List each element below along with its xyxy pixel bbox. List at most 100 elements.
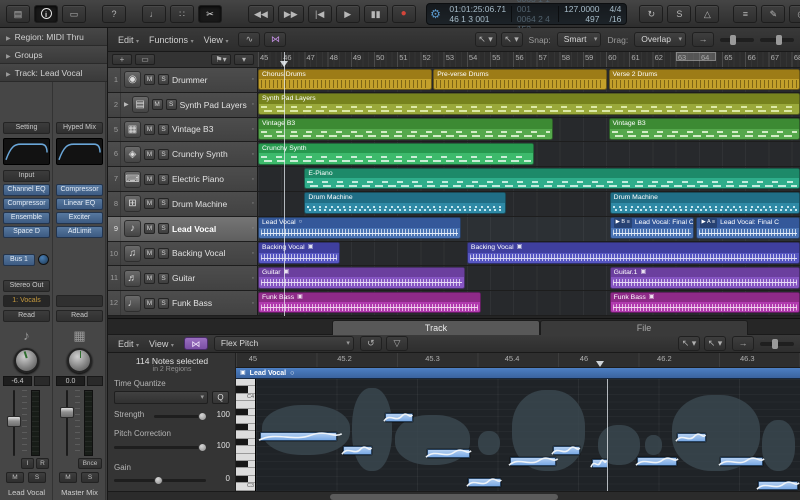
plugin-slot-adlimit[interactable]: AdLimit [56, 226, 103, 238]
mute-button[interactable]: M [59, 472, 77, 483]
pause-button[interactable]: ▮▮ [364, 5, 388, 23]
cmd-click-tool[interactable]: ↖ ▾ [501, 32, 523, 47]
track-zoom-button[interactable]: ▾ [234, 54, 254, 65]
snap-select[interactable]: Smart [557, 32, 602, 47]
mute-button[interactable]: M [144, 74, 155, 85]
editor-vertical-zoom-slider[interactable] [760, 342, 794, 346]
track-lane[interactable]: Backing Vocal▣Backing Vocal▣ [258, 242, 800, 266]
bar-ruler[interactable]: 4546474849505152535455565758596061626364… [258, 52, 800, 68]
metronome-button[interactable]: ♩ [142, 5, 166, 23]
track-header-vintage-b3[interactable]: 5▦MSVintage B3◦ [108, 118, 258, 142]
audio-to-midi-button[interactable]: ↺ [360, 336, 382, 351]
solo-button[interactable]: S [28, 472, 46, 483]
flex-pitch-note[interactable] [385, 413, 413, 422]
cycle-region[interactable] [676, 52, 717, 61]
menu-edit[interactable]: Edit ▾ [114, 33, 143, 47]
region-e-piano[interactable]: E-Piano [304, 168, 800, 190]
track-header-guitar[interactable]: 11♬MSGuitar◦ [108, 266, 258, 290]
editor-menu-view[interactable]: View ▾ [145, 337, 178, 351]
track-lane[interactable]: Lead Vocal○▶ B ≡Lead Vocal: Final Co▶ A … [258, 217, 800, 241]
pan-knob[interactable] [67, 348, 92, 373]
mute-button[interactable]: M [144, 174, 155, 185]
rewind-button[interactable]: ◀◀ [248, 5, 274, 23]
setting-button[interactable]: Setting [3, 122, 50, 134]
setting-button[interactable]: Hyped Mix [56, 122, 103, 134]
fader-thumb[interactable] [7, 416, 21, 427]
track-sort-button[interactable]: ⚑▾ [211, 54, 231, 65]
flex-pitch-note[interactable] [592, 459, 608, 468]
help-button[interactable]: ? [102, 5, 126, 23]
apple-loops-button[interactable]: ◎ [789, 5, 800, 23]
black-key[interactable] [236, 409, 255, 416]
note-pads-button[interactable]: ✎ [761, 5, 785, 23]
mute-button[interactable]: M [6, 472, 24, 483]
lcd-time-signature[interactable]: 4/4 [610, 4, 622, 14]
flex-pitch-note[interactable] [677, 433, 706, 442]
editor-region-bar[interactable]: ▣ Lead Vocal ○ [236, 368, 800, 379]
forward-button[interactable]: ▶▶ [278, 5, 304, 23]
region-lead-vocal[interactable]: Lead Vocal○ [258, 217, 461, 239]
region-backing-vocal[interactable]: Backing Vocal▣ [467, 242, 800, 264]
black-key[interactable] [236, 461, 255, 468]
flex-pitch-note[interactable] [427, 449, 470, 458]
lcd-position-bar[interactable]: 46 1 3 001 [449, 14, 506, 24]
white-key[interactable] [236, 446, 255, 453]
menu-view[interactable]: View ▾ [200, 33, 233, 47]
flex-pitch-note[interactable] [343, 446, 372, 455]
send-level-knob[interactable] [38, 254, 49, 265]
track-lane[interactable]: Drum Machine Drum Machine [258, 192, 800, 216]
mute-button[interactable]: M [144, 124, 155, 135]
flex-pitch-note[interactable] [510, 457, 556, 466]
region-drum-machine[interactable]: Drum Machine [304, 192, 506, 214]
white-key[interactable] [236, 416, 255, 423]
region-verse-2-drums[interactable]: Verse 2 Drums [609, 69, 800, 91]
lcd-division[interactable]: /16 [610, 14, 622, 24]
disclosure-triangle-icon[interactable]: ▶ [124, 101, 129, 108]
lcd-tempo-sub[interactable]: 497 [564, 14, 599, 24]
track-header-crunchy-synth[interactable]: 6◈MSCrunchy Synth◦ [108, 142, 258, 166]
tools-button[interactable]: ✂ [198, 5, 222, 23]
solo-button[interactable]: S [158, 298, 169, 309]
gear-icon[interactable]: ⚙ [427, 7, 445, 21]
menu-functions[interactable]: Functions ▾ [145, 33, 198, 47]
library-button[interactable]: ▤ [6, 5, 30, 23]
track-lane[interactable]: Vintage B3Vintage B3 [258, 118, 800, 142]
catch-playhead-button[interactable]: → [692, 32, 714, 47]
region-drum-machine[interactable]: Drum Machine [610, 192, 800, 214]
solo-button[interactable]: S [158, 273, 169, 284]
track-inspector[interactable]: ▶Track: Lead Vocal [0, 64, 107, 82]
plugin-slot-compressor[interactable]: Compressor [3, 198, 50, 210]
fader-thumb[interactable] [60, 407, 74, 418]
duplicate-track-button[interactable]: ▭ [135, 54, 155, 65]
editor-menu-edit[interactable]: Edit ▾ [114, 337, 143, 351]
mute-button[interactable]: M [144, 248, 155, 259]
editor-ruler[interactable]: 4545.245.345.44646.246.3 [236, 353, 800, 368]
inspector-button[interactable]: i [34, 5, 58, 23]
flex-icon[interactable]: ⋈ [184, 337, 208, 350]
flex-pitch-note[interactable] [553, 446, 580, 455]
track-header-drum-machine[interactable]: 8⊞MSDrum Machine◦ [108, 192, 258, 216]
volume-fader[interactable] [62, 390, 72, 456]
bnce-button[interactable]: Bnce [78, 458, 102, 469]
autopunch-button[interactable]: S [667, 5, 691, 23]
flex-pitch-note[interactable] [260, 432, 337, 441]
tuner-button[interactable]: ∷ [170, 5, 194, 23]
track-header-backing-vocal[interactable]: 10♫MSBacking Vocal◦ [108, 242, 258, 266]
black-key[interactable] [236, 476, 255, 483]
pan-knob[interactable] [14, 348, 39, 373]
plugin-slot-exciter[interactable]: Exciter [56, 212, 103, 224]
vertical-zoom-slider[interactable] [720, 38, 754, 42]
region-funk-bass[interactable]: Funk Bass▣ [258, 292, 481, 314]
automation-mode-button[interactable]: Read [3, 310, 50, 322]
solo-button[interactable]: S [166, 99, 177, 110]
output-slot[interactable]: Stereo Out [3, 280, 50, 292]
solo-button[interactable]: S [158, 223, 169, 234]
plugin-slot-ensemble[interactable]: Ensemble [3, 212, 50, 224]
mute-button[interactable]: M [144, 198, 155, 209]
region-vintage-b3[interactable]: Vintage B3 [258, 118, 553, 140]
plugin-slot-channel-eq[interactable]: Channel EQ [3, 184, 50, 196]
region-synth-pad-layers[interactable]: Synth Pad Layers [258, 93, 800, 115]
lcd-display[interactable]: ⚙ 01:01:25:06.71 46 1 3 001 0063 1 1 001… [426, 3, 628, 25]
input-button[interactable]: Input [3, 170, 50, 182]
solo-button[interactable]: S [158, 248, 169, 259]
